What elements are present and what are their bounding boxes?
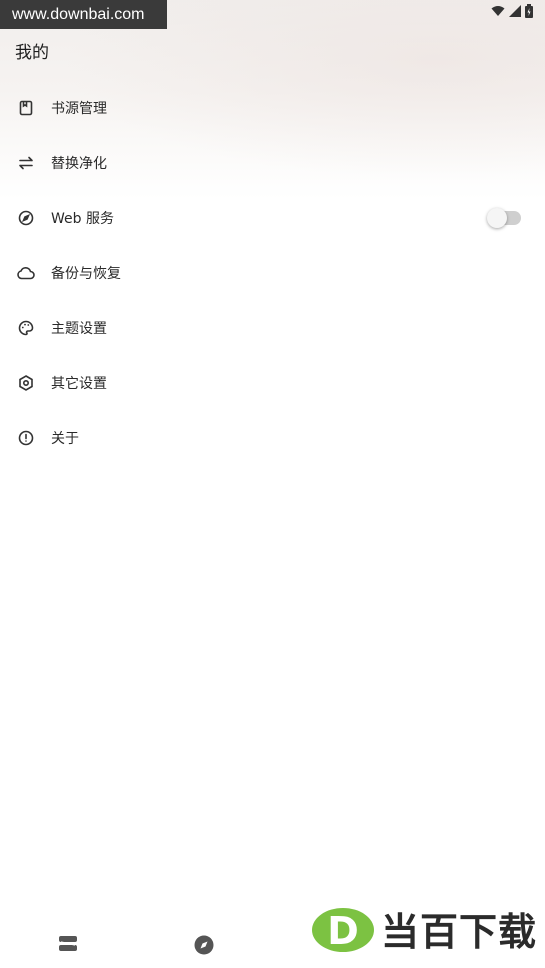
menu-item-label: 关于 — [51, 430, 79, 447]
menu-item-about[interactable]: 关于 — [0, 410, 545, 465]
menu-item-label: Web 服务 — [51, 210, 114, 227]
compass-icon — [17, 209, 35, 227]
settings-menu: 书源管理 替换净化 Web 服务 备份与恢复 主题设置 其它设置 关于 — [0, 80, 545, 465]
menu-item-backup-restore[interactable]: 备份与恢复 — [0, 245, 545, 300]
menu-item-label: 书源管理 — [51, 100, 107, 117]
menu-item-other-settings[interactable]: 其它设置 — [0, 355, 545, 410]
my-page-screen: www.downbai.com 我的 书源管理 替换净化 Web 服务 备份与恢… — [0, 0, 545, 968]
menu-item-label: 备份与恢复 — [51, 265, 121, 282]
menu-item-theme-settings[interactable]: 主题设置 — [0, 300, 545, 355]
book-source-icon — [17, 99, 35, 117]
brand-name: 当百下载 — [380, 910, 537, 954]
cloud-icon — [17, 264, 35, 282]
wifi-icon — [491, 5, 505, 17]
menu-item-replace-purify[interactable]: 替换净化 — [0, 135, 545, 190]
menu-item-label: 其它设置 — [51, 375, 107, 392]
menu-item-web-service[interactable]: Web 服务 — [0, 190, 545, 245]
watermark-url-text: www.downbai.com — [12, 5, 145, 23]
bookshelf-icon[interactable] — [58, 935, 78, 957]
explore-compass-icon[interactable] — [194, 935, 214, 959]
menu-item-book-source[interactable]: 书源管理 — [0, 80, 545, 135]
web-service-toggle[interactable] — [487, 207, 521, 228]
page-title: 我的 — [15, 43, 49, 63]
menu-item-label: 替换净化 — [51, 155, 107, 172]
watermark-logo: D 当百下载 — [311, 908, 537, 956]
battery-charging-icon — [525, 4, 533, 18]
brand-logo-letter: D — [327, 909, 359, 953]
status-bar — [491, 3, 533, 19]
menu-item-label: 主题设置 — [51, 320, 107, 337]
toggle-knob — [487, 207, 507, 228]
signal-icon — [509, 5, 521, 17]
swap-arrows-icon — [17, 154, 35, 172]
info-icon — [17, 429, 35, 447]
brand-d-icon: D — [311, 907, 375, 957]
palette-icon — [17, 319, 35, 337]
watermark-url: www.downbai.com — [0, 0, 167, 29]
settings-icon — [17, 374, 35, 392]
